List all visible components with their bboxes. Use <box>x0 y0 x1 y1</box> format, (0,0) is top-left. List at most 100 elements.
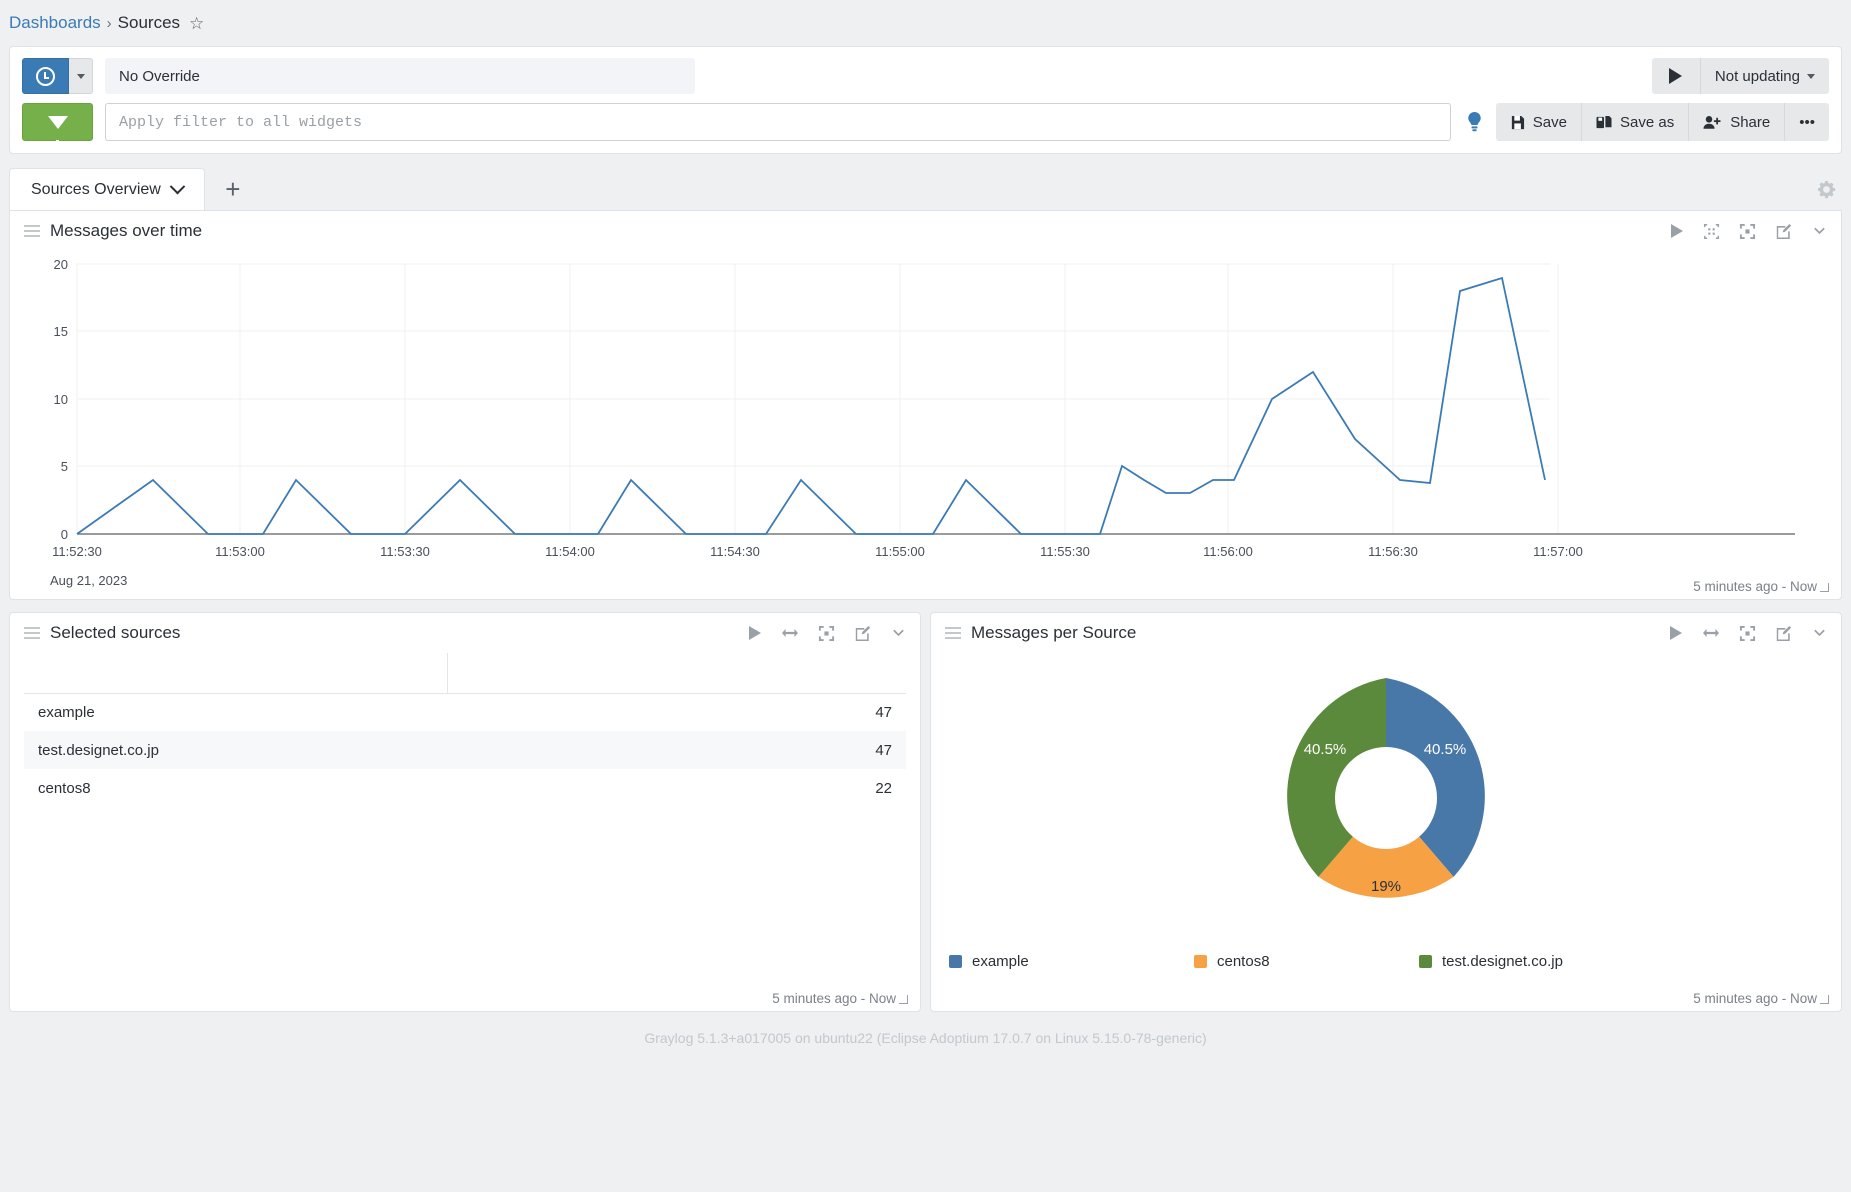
more-actions-button[interactable]: ••• <box>1785 103 1829 141</box>
refresh-controls: Not updating <box>1651 58 1829 94</box>
legend-label: test.designet.co.jp <box>1442 953 1563 970</box>
legend-label: example <box>972 953 1029 970</box>
chevron-down-icon[interactable] <box>1811 223 1828 240</box>
svg-text:11:56:30: 11:56:30 <box>1368 544 1418 559</box>
save-as-label: Save as <box>1620 113 1675 131</box>
drag-handle-icon[interactable] <box>945 627 961 639</box>
table-row[interactable]: test.designet.co.jp 47 <box>24 731 906 769</box>
table-row[interactable]: centos8 22 <box>24 769 906 807</box>
copy-icon <box>1596 115 1612 128</box>
legend-swatch <box>1419 955 1432 968</box>
cell-count: 47 <box>875 703 892 721</box>
breadcrumb-dashboards-link[interactable]: Dashboards <box>9 13 101 33</box>
donut-label-test-designet: 40.5% <box>1304 741 1347 758</box>
svg-text:11:56:00: 11:56:00 <box>1203 544 1253 559</box>
collapse-icon[interactable] <box>1703 223 1720 240</box>
table-header-row <box>24 653 906 694</box>
save-as-button[interactable]: Save as <box>1582 103 1688 141</box>
clock-icon <box>36 66 55 86</box>
svg-text:11:55:00: 11:55:00 <box>875 544 925 559</box>
legend-swatch <box>1194 955 1207 968</box>
resize-handle-icon[interactable] <box>899 995 908 1004</box>
resize-horizontal-icon[interactable] <box>1702 626 1720 640</box>
lightbulb-icon[interactable] <box>1466 111 1483 133</box>
chart-date-label: Aug 21, 2023 <box>50 573 127 588</box>
user-plus-icon <box>1703 115 1721 129</box>
chevron-down-icon[interactable] <box>1811 625 1828 642</box>
legend-label: centos8 <box>1217 953 1270 970</box>
widget-messages-over-time: Messages over time 20 15 10 5 0 11:52:30… <box>9 210 1842 600</box>
svg-text:11:54:30: 11:54:30 <box>710 544 760 559</box>
drag-handle-icon[interactable] <box>24 627 40 639</box>
fullscreen-icon[interactable] <box>818 625 835 642</box>
dashboard-actions: Save Save as Share ••• <box>1495 103 1829 141</box>
dashboard-tabbar: Sources Overview + <box>9 168 1842 210</box>
cell-source: example <box>38 703 95 721</box>
fullscreen-icon[interactable] <box>1739 223 1756 240</box>
column-header-count <box>447 653 906 694</box>
sources-table-wrap: example 47 test.designet.co.jp 47 centos… <box>10 653 920 807</box>
filter-button[interactable] <box>22 103 93 146</box>
edit-icon[interactable] <box>1775 625 1792 642</box>
share-label: Share <box>1730 113 1771 131</box>
toolbar-row-filter: Apply filter to all widgets Save Save as… <box>22 103 1829 146</box>
widget-actions <box>1670 223 1828 240</box>
plus-icon: + <box>225 173 241 204</box>
resize-horizontal-icon[interactable] <box>781 626 799 640</box>
donut-label-centos8: 19% <box>1371 878 1401 895</box>
legend-item-test-designet[interactable]: test.designet.co.jp <box>1419 953 1563 970</box>
table-row[interactable]: example 47 <box>24 693 906 731</box>
search-toolbar: No Override Not updating Apply filter to… <box>9 46 1842 154</box>
chevron-down-icon[interactable] <box>890 625 907 642</box>
chevron-down-icon <box>1807 73 1815 79</box>
play-icon[interactable] <box>1670 223 1684 239</box>
widget-footer: 5 minutes ago - Now <box>772 991 908 1006</box>
breadcrumb-separator: › <box>106 14 112 32</box>
gear-icon[interactable] <box>1817 180 1836 203</box>
filter-placeholder: Apply filter to all widgets <box>119 113 363 131</box>
resize-handle-icon[interactable] <box>1820 583 1829 592</box>
widget-footer: 5 minutes ago - Now <box>1693 579 1829 594</box>
legend-item-centos8[interactable]: centos8 <box>1194 953 1419 970</box>
share-button[interactable]: Share <box>1689 103 1784 141</box>
legend-swatch <box>949 955 962 968</box>
add-tab-button[interactable]: + <box>205 168 261 210</box>
cell-count: 22 <box>875 779 892 797</box>
chevron-down-icon <box>169 178 186 195</box>
donut-chart: 40.5% 19% 40.5% <box>931 653 1841 943</box>
time-override-field[interactable]: No Override <box>105 58 695 94</box>
breadcrumb-current: Sources <box>117 13 181 32</box>
app-footer: Graylog 5.1.3+a017005 on ubuntu22 (Eclip… <box>644 1030 1207 1046</box>
fullscreen-icon[interactable] <box>1739 625 1756 642</box>
widget-footer: 5 minutes ago - Now <box>1693 991 1829 1006</box>
drag-handle-icon[interactable] <box>24 225 40 237</box>
filter-input[interactable]: Apply filter to all widgets <box>105 103 1451 141</box>
widget-timerange: 5 minutes ago - Now <box>1693 579 1817 594</box>
breadcrumb: Dashboards › Sources ☆ <box>0 0 1851 46</box>
save-button[interactable]: Save <box>1496 103 1581 141</box>
cell-source: centos8 <box>38 779 91 797</box>
timerange-dropdown-toggle[interactable] <box>69 58 93 94</box>
star-icon[interactable]: ☆ <box>189 15 204 32</box>
donut-label-example: 40.5% <box>1424 741 1467 758</box>
edit-icon[interactable] <box>854 625 871 642</box>
toolbar-row-time: No Override Not updating <box>22 58 1829 94</box>
legend-item-example[interactable]: example <box>949 953 1194 970</box>
widget-selected-sources: Selected sources example 47 test.designe… <box>9 612 921 1012</box>
edit-icon[interactable] <box>1775 223 1792 240</box>
refresh-play-button[interactable] <box>1652 58 1700 94</box>
refresh-interval-dropdown[interactable]: Not updating <box>1701 58 1829 94</box>
tab-sources-overview[interactable]: Sources Overview <box>9 168 205 210</box>
svg-text:11:52:30: 11:52:30 <box>52 544 102 559</box>
widget-title: Messages over time <box>50 221 203 240</box>
widget-header: Selected sources <box>10 613 920 653</box>
play-icon[interactable] <box>748 625 762 641</box>
svg-text:10: 10 <box>54 392 68 407</box>
resize-handle-icon[interactable] <box>1820 995 1829 1004</box>
svg-text:20: 20 <box>54 257 68 272</box>
widget-timerange: 5 minutes ago - Now <box>1693 991 1817 1006</box>
timerange-button[interactable] <box>22 58 69 94</box>
widget-title: Selected sources <box>50 623 181 642</box>
play-icon[interactable] <box>1669 625 1683 641</box>
donut-hole <box>1335 747 1437 849</box>
